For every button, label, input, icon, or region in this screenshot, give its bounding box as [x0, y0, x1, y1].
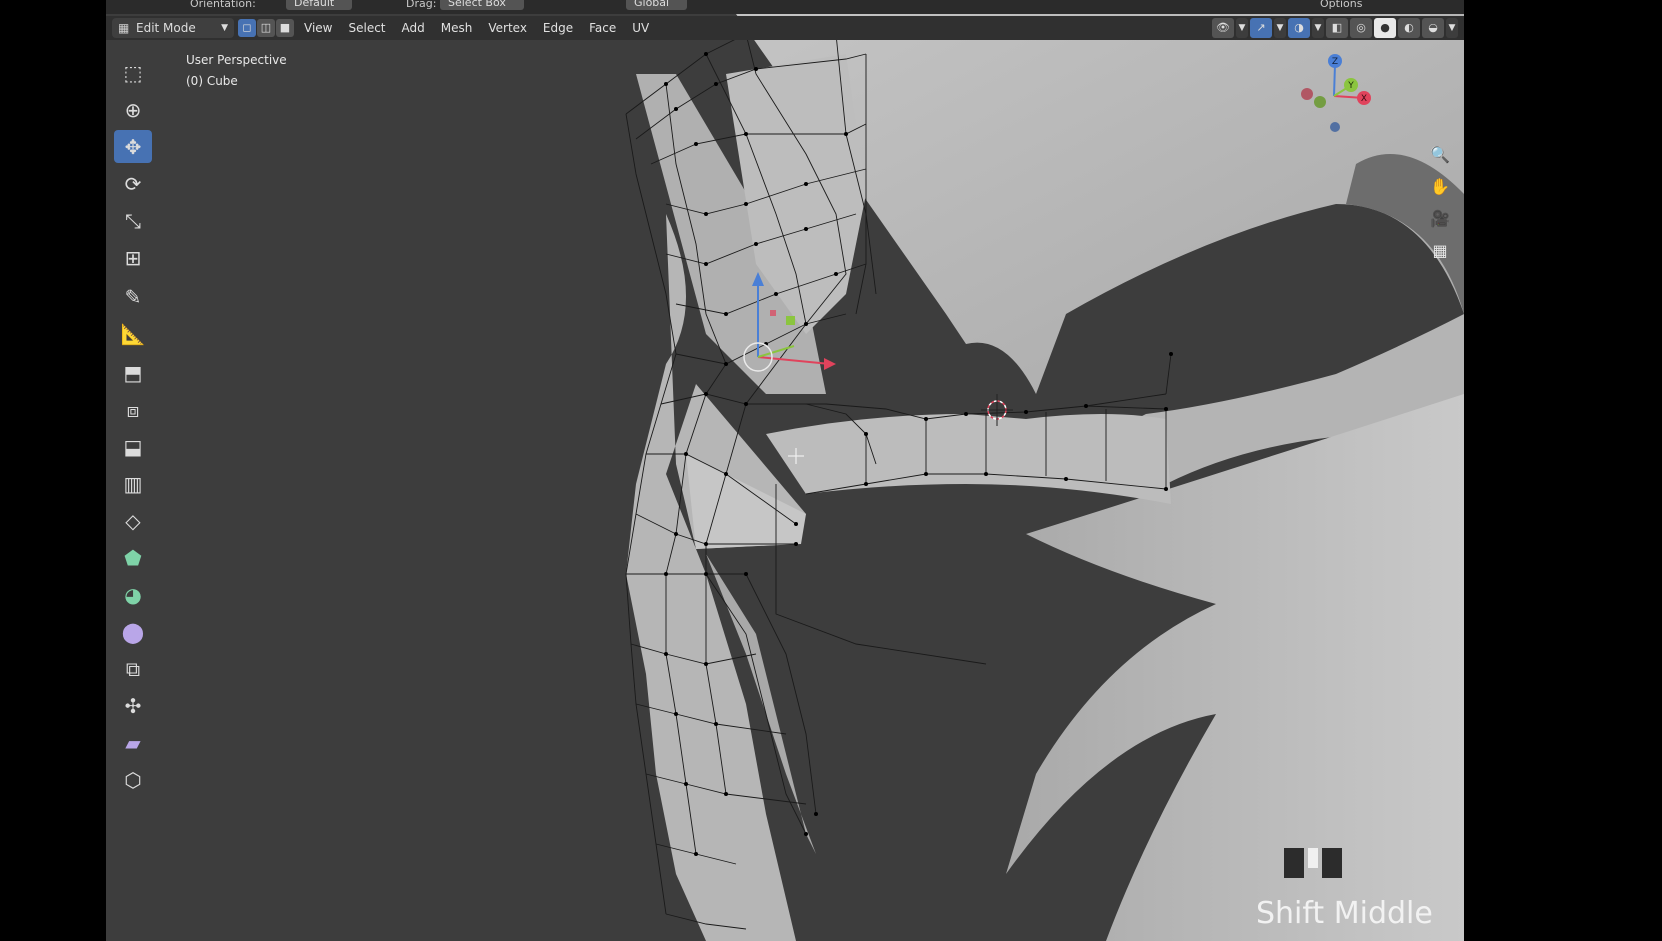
menu-view[interactable]: View: [296, 16, 340, 40]
knife-tool[interactable]: ◇: [114, 504, 152, 537]
edit-mode-icon: ▦: [118, 21, 130, 35]
shrink-fatten-tool[interactable]: ✣: [114, 689, 152, 722]
edge-slide-icon: ⧉: [125, 656, 141, 681]
inset-icon: ⧈: [126, 397, 140, 422]
chevron-down-icon: ▼: [221, 23, 228, 33]
key-overlay-text: Shift Middle: [1256, 896, 1433, 931]
vertex-select-button[interactable]: ◻: [238, 19, 256, 37]
menu-uv[interactable]: UV: [624, 16, 657, 40]
rotate-icon: ⟳: [124, 171, 142, 196]
move-arrows-icon: ✥: [124, 134, 142, 159]
menu-add[interactable]: Add: [394, 16, 433, 40]
pencil-icon: ✎: [124, 284, 142, 309]
rendered-shading-icon[interactable]: ◒: [1422, 18, 1444, 38]
options-menu[interactable]: Options: [1320, 0, 1362, 10]
transform-tool[interactable]: ⊞: [114, 241, 152, 274]
loop-cut-icon: ▥: [123, 471, 143, 496]
spin-icon: ◕: [124, 582, 142, 607]
cursor-box-icon: ⬚: [123, 60, 143, 85]
chevron-down-icon[interactable]: ▼: [1236, 18, 1248, 38]
crosshair-circle-icon: ⊕: [124, 97, 142, 122]
rip-tool[interactable]: ⬡: [114, 763, 152, 796]
chevron-down-icon[interactable]: ▼: [1312, 18, 1324, 38]
svg-text:Y: Y: [1347, 81, 1354, 91]
viewport-info: User Perspective (0) Cube: [186, 50, 287, 92]
header-menu: View Select Add Mesh Vertex Edge Face UV: [296, 16, 657, 40]
hand-icon[interactable]: ✋: [1426, 172, 1454, 200]
header-right-controls: 👁 ▼ ↗ ▼ ◑ ▼ ◧ ◎ ● ◐ ◒ ▼: [1210, 18, 1458, 38]
orientation-select[interactable]: Default: [286, 0, 353, 10]
edge-slide-tool[interactable]: ⧉: [114, 652, 152, 685]
wireframe-shading-icon[interactable]: ◎: [1350, 18, 1372, 38]
edge-select-button[interactable]: ◫: [257, 19, 275, 37]
mode-select[interactable]: ▦ Edit Mode ▼: [112, 18, 234, 38]
cursor-tool[interactable]: ⊕: [114, 93, 152, 126]
material-shading-icon[interactable]: ◐: [1398, 18, 1420, 38]
xray-toggle-icon[interactable]: ◧: [1326, 18, 1348, 38]
rip-icon: ⬡: [124, 767, 142, 792]
overlay-toggle-icon[interactable]: ◑: [1288, 18, 1310, 38]
viewport-header: ▦ Edit Mode ▼ ◻ ◫ ■ View Select Add Mesh…: [106, 16, 1464, 40]
mode-label: Edit Mode: [136, 21, 196, 35]
transform-icon: ⊞: [124, 245, 142, 270]
shrink-fatten-icon: ✣: [124, 693, 142, 718]
menu-mesh[interactable]: Mesh: [433, 16, 481, 40]
knife-icon: ◇: [125, 508, 141, 533]
view-name: User Perspective: [186, 53, 287, 67]
camera-icon[interactable]: 🎥: [1426, 204, 1454, 232]
shear-tool[interactable]: ▰: [114, 726, 152, 759]
scale-tool[interactable]: ⤡: [114, 204, 152, 237]
solid-shading-icon[interactable]: ●: [1374, 18, 1396, 38]
svg-text:X: X: [1361, 94, 1367, 104]
chevron-down-icon[interactable]: ▼: [1274, 18, 1286, 38]
navigation-buttons: 🔍 ✋ 🎥 ▦: [1426, 140, 1454, 268]
move-tool[interactable]: ✥: [114, 130, 152, 163]
spin-tool[interactable]: ◕: [114, 578, 152, 611]
drag-label: Drag:: [406, 0, 437, 10]
shear-icon: ▰: [125, 730, 141, 755]
bevel-icon: ⬓: [123, 434, 143, 459]
transform-orientation-select[interactable]: Global: [626, 0, 688, 10]
measure-tool[interactable]: 📐: [114, 317, 152, 350]
object-info: (0) Cube: [186, 74, 238, 88]
chevron-down-icon[interactable]: ▼: [1446, 18, 1458, 38]
poly-build-tool[interactable]: ⬟: [114, 541, 152, 574]
visibility-icon[interactable]: 👁: [1212, 18, 1234, 38]
menu-edge[interactable]: Edge: [535, 16, 581, 40]
face-select-button[interactable]: ■: [276, 19, 294, 37]
select-mode-group: ◻ ◫ ■: [238, 19, 295, 37]
gizmo-toggle-icon[interactable]: ↗: [1250, 18, 1272, 38]
loop-cut-tool[interactable]: ▥: [114, 467, 152, 500]
navigation-gizmo[interactable]: Z X Y: [1294, 52, 1374, 132]
orientation-label: Orientation:: [190, 0, 256, 10]
mouse-icon: [1284, 848, 1358, 880]
select-box-tool[interactable]: ⬚: [114, 56, 152, 89]
toolbar: ⬚ ⊕ ✥ ⟳ ⤡ ⊞ ✎ 📐 ⬒ ⧈ ⬓ ▥ ◇ ⬟ ◕ ⬤ ⧉ ✣ ▰ ⬡: [114, 56, 152, 800]
rotate-tool[interactable]: ⟳: [114, 167, 152, 200]
menu-face[interactable]: Face: [581, 16, 624, 40]
drag-select[interactable]: Select Box: [440, 0, 524, 10]
ruler-icon: 📐: [120, 321, 146, 346]
inset-tool[interactable]: ⧈: [114, 393, 152, 426]
bevel-tool[interactable]: ⬓: [114, 430, 152, 463]
poly-build-icon: ⬟: [124, 545, 142, 570]
grid-icon[interactable]: ▦: [1426, 236, 1454, 264]
annotate-tool[interactable]: ✎: [114, 280, 152, 313]
extrude-icon: ⬒: [123, 360, 143, 385]
scale-icon: ⤡: [125, 208, 141, 233]
menu-select[interactable]: Select: [340, 16, 393, 40]
svg-text:Z: Z: [1332, 57, 1338, 67]
smooth-icon: ⬤: [121, 619, 145, 644]
smooth-tool[interactable]: ⬤: [114, 615, 152, 648]
menu-vertex[interactable]: Vertex: [480, 16, 535, 40]
viewport-canvas[interactable]: [106, 14, 1464, 941]
extrude-tool[interactable]: ⬒: [114, 356, 152, 389]
zoom-icon[interactable]: 🔍: [1426, 140, 1454, 168]
tool-settings-bar: Orientation: Default Drag: Select Box Gl…: [106, 0, 1464, 14]
blender-window: Orientation: Default Drag: Select Box Gl…: [106, 0, 1464, 941]
